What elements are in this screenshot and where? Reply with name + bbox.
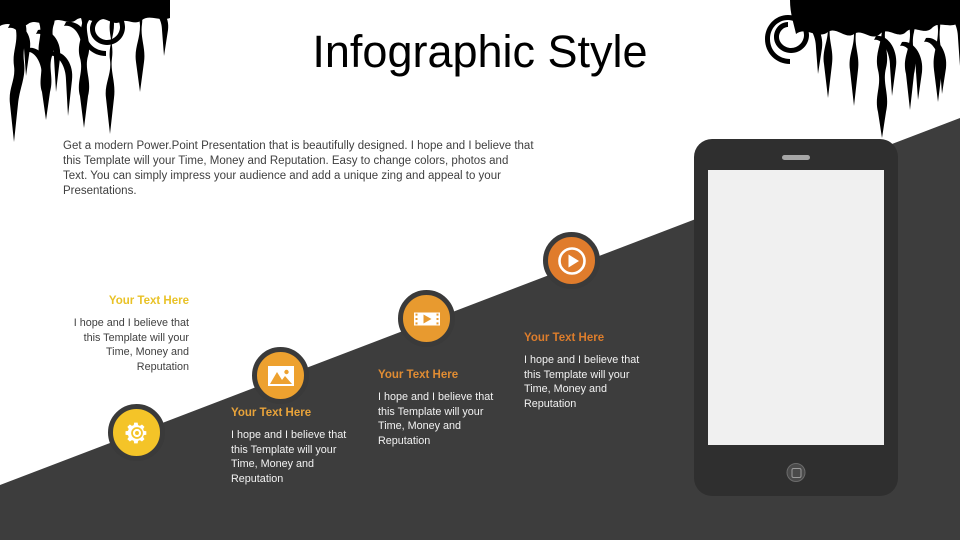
- info-block-3-body: I hope and I believe that this Template …: [378, 391, 494, 447]
- badge-video-player[interactable]: [398, 290, 455, 347]
- intro-paragraph: Get a modern Power.Point Presentation th…: [63, 140, 534, 197]
- info-block-3-heading: Your Text Here: [378, 369, 459, 381]
- slide-title: Infographic Style: [312, 26, 648, 77]
- slide-canvas: Infographic Style Get a modern Power.Poi…: [0, 0, 960, 540]
- info-block-2: Your Text Here I hope and I believe that…: [231, 406, 353, 486]
- device-home-button[interactable]: [786, 463, 806, 482]
- play-circle-icon: [557, 246, 586, 275]
- info-block-2-body: I hope and I believe that this Template …: [231, 429, 347, 485]
- info-block-4-body: I hope and I believe that this Template …: [524, 354, 640, 410]
- badge-play-circle[interactable]: [543, 232, 600, 289]
- device-screen[interactable]: [708, 170, 884, 445]
- info-block-2-heading: Your Text Here: [231, 407, 312, 419]
- device-speaker: [782, 155, 810, 160]
- badge-gear[interactable]: [108, 404, 165, 461]
- info-block-3: Your Text Here I hope and I believe that…: [378, 368, 500, 448]
- info-block-4-heading: Your Text Here: [524, 332, 605, 344]
- gear-icon: [125, 422, 146, 443]
- video-player-icon: [413, 309, 440, 328]
- info-block-1: Your Text Here I hope and I believe that…: [60, 294, 189, 374]
- image-icon: [267, 365, 294, 386]
- info-block-1-body: I hope and I believe that this Template …: [73, 317, 189, 373]
- tablet-mockup: [694, 139, 898, 496]
- info-block-4: Your Text Here I hope and I believe that…: [524, 331, 649, 411]
- badge-image[interactable]: [252, 347, 309, 404]
- info-block-1-heading: Your Text Here: [108, 295, 189, 307]
